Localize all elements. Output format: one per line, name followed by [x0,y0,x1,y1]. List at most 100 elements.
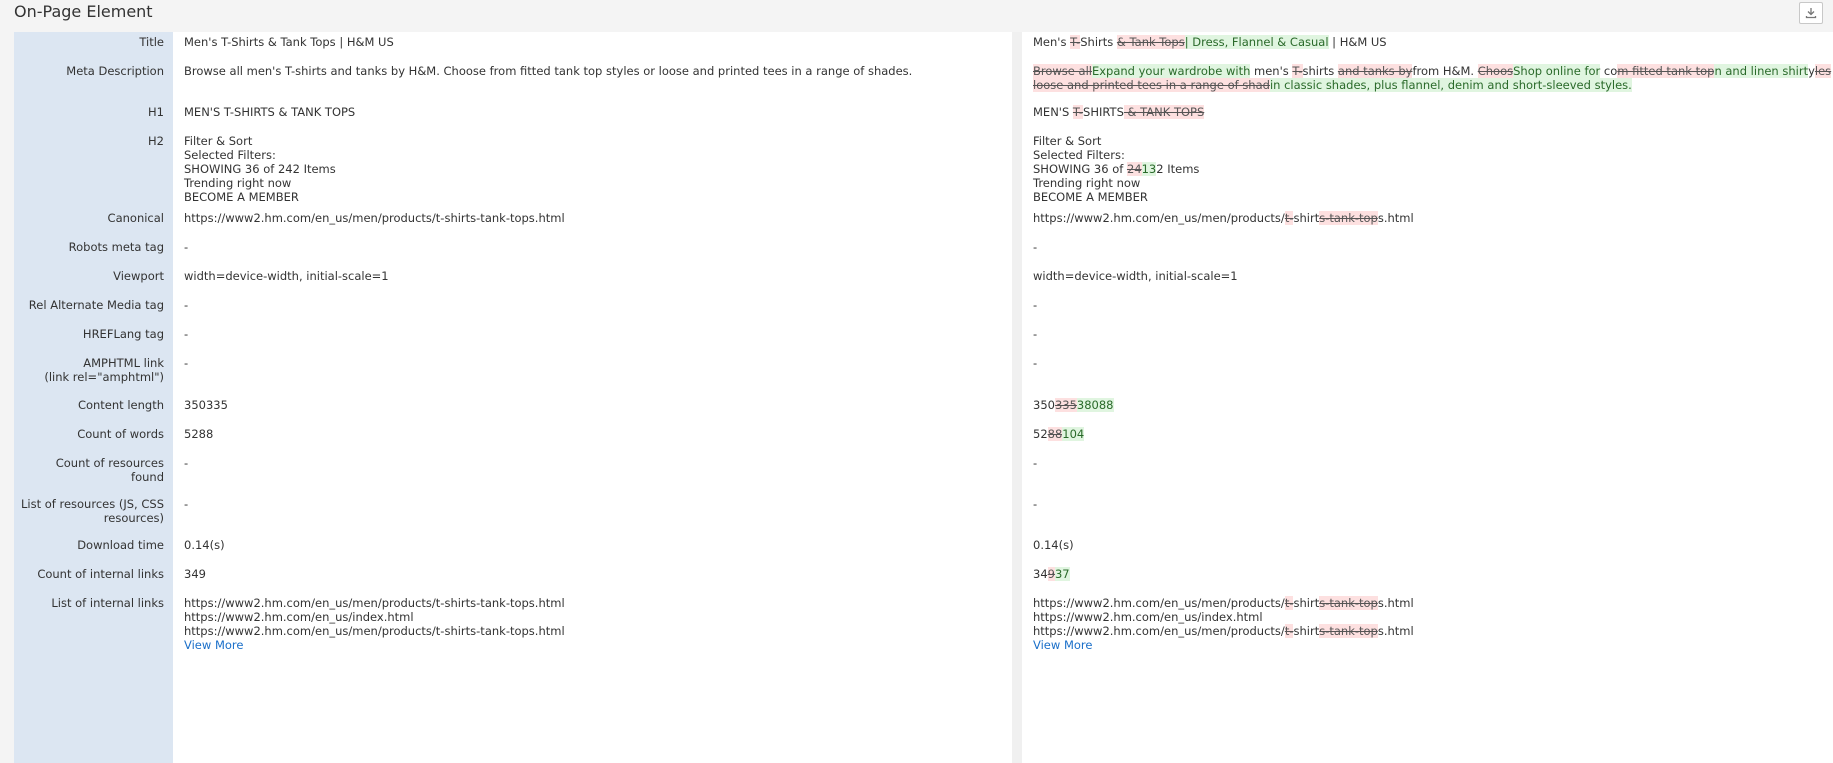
value-line: Selected Filters: [184,148,276,162]
unchanged-text: y [1808,64,1815,78]
removed-text: Choos [1477,64,1514,78]
original-value: 0.14(s) [184,538,1004,552]
download-icon [1805,8,1817,19]
diff-value: 5288104 [1033,427,1828,441]
unchanged-text: - [1033,240,1038,254]
original-value: - [184,497,1004,511]
value-line: - [184,356,189,370]
unchanged-text: https://www2.hm.com/en_us/index.html [1033,610,1263,624]
original-value: Browse all men's T-shirts and tanks by H… [184,64,1004,78]
panel-header: On-Page Element [0,0,1833,26]
row-label-line: Download time [77,538,164,552]
diff-value: https://www2.hm.com/en_us/men/products/t… [1033,596,1828,652]
row-label-line: Title [139,35,164,49]
row-label-line: H1 [148,105,164,119]
diff-line: https://www2.hm.com/en_us/men/products/t… [1033,596,1828,610]
panel-title: On-Page Element [14,2,153,21]
value-line: - [184,327,189,341]
diff-line: https://www2.hm.com/en_us/index.html [1033,610,1828,624]
diff-line: 5288104 [1033,427,1828,441]
row-label-line: Viewport [113,269,164,283]
added-text: 104 [1062,427,1085,441]
unchanged-text: co [1600,64,1618,78]
unchanged-text: Trending right now [1033,176,1141,190]
value-line: https://www2.hm.com/en_us/men/products/t… [184,596,565,610]
row-label: Title [14,35,164,49]
diff-line: SHOWING 36 of 24132 Items [1033,162,1828,176]
value-line: - [184,456,189,470]
unchanged-text: - [1033,327,1038,341]
diff-line: - [1033,456,1828,470]
unchanged-text: 0.14(s) [1033,538,1074,552]
unchanged-text: | H&M US [1328,35,1387,49]
unchanged-text: Filter & Sort [1033,134,1102,148]
value-line: MEN'S T-SHIRTS & TANK TOPS [184,105,356,119]
row-label-line: Count of internal links [37,567,164,581]
row-label-line: H2 [148,134,164,148]
diff-line: Selected Filters: [1033,148,1828,162]
removed-text: 88 [1047,427,1063,441]
row-label-line: Meta Description [66,64,164,78]
diff-value: 35033538088 [1033,398,1828,412]
diff-value: - [1033,356,1828,370]
unchanged-text: - [1033,356,1038,370]
diff-value: Browse allExpand your wardrobe with men'… [1033,64,1832,92]
removed-text: Browse all [1033,64,1092,78]
row-label: Rel Alternate Media tag [14,298,164,312]
diff-value: - [1033,240,1828,254]
original-value: - [184,298,1004,312]
diff-value: 0.14(s) [1033,538,1828,552]
diff-value: MEN'S T-SHIRTS & TANK TOPS [1033,105,1828,119]
unchanged-text: 52 [1033,427,1048,441]
row-label: Robots meta tag [14,240,164,254]
removed-text: s-tank-top [1319,624,1378,638]
added-text: n and linen shirt [1714,64,1809,78]
row-label-line: Robots meta tag [68,240,164,254]
removed-text: les [1814,64,1832,78]
added-text: | Dress, Flannel & Casual [1184,35,1329,49]
row-label-line: List of resources (JS, CSS [20,497,164,511]
diff-line: 34937 [1033,567,1828,581]
unchanged-text: https://www2.hm.com/en_us/men/products/ [1033,211,1285,225]
value-line: - [184,298,189,312]
diff-line: - [1033,240,1828,254]
value-line: - [184,240,189,254]
diff-line: Men's T-Shirts & Tank Tops| Dress, Flann… [1033,35,1828,49]
unchanged-text: BECOME A MEMBER [1033,190,1148,204]
export-button[interactable] [1799,2,1823,24]
row-label-line: Rel Alternate Media tag [28,298,164,312]
original-value: - [184,456,1004,470]
row-label-line: resources) [103,511,164,525]
unchanged-text: 350 [1033,398,1055,412]
view-more-link[interactable]: View More [184,638,1004,652]
value-line: https://www2.hm.com/en_us/men/products/t… [184,624,565,638]
unchanged-text: s.html [1377,624,1414,638]
value-line: Filter & Sort [184,134,253,148]
row-label: H2 [14,134,164,148]
removed-text: 9 [1047,567,1055,581]
original-value: Filter & Sort Selected Filters: SHOWING 36… [184,134,1004,204]
diff-value: - [1033,456,1828,470]
removed-text: T- [1072,105,1084,119]
row-label: HREFLang tag [14,327,164,341]
original-value: Men's T-Shirts & Tank Tops | H&M US [184,35,1004,49]
value-line: SHOWING 36 of 242 Items [184,162,336,176]
unchanged-text: Selected Filters: [1033,148,1125,162]
value-line: Browse all men's T-shirts and tanks by H… [184,64,913,78]
row-label: List of internal links [14,596,164,610]
value-line: 349 [184,567,206,581]
removed-text: s-tank-top [1319,596,1378,610]
view-more-link[interactable]: View More [1033,638,1828,652]
diff-line: 0.14(s) [1033,538,1828,552]
row-label: Count of resources found [14,456,164,484]
unchanged-text: https://www2.hm.com/en_us/men/products/ [1033,624,1285,638]
diff-line: - [1033,327,1828,341]
value-line: BECOME A MEMBER [184,190,299,204]
row-label-line: List of internal links [51,596,164,610]
diff-line: - [1033,356,1828,370]
diff-value: width=device-width, initial-scale=1 [1033,269,1828,283]
diff-value: - [1033,497,1828,511]
diff-line: 35033538088 [1033,398,1828,412]
row-label: List of resources (JS, CSS resources) [14,497,164,525]
row-label: Download time [14,538,164,552]
